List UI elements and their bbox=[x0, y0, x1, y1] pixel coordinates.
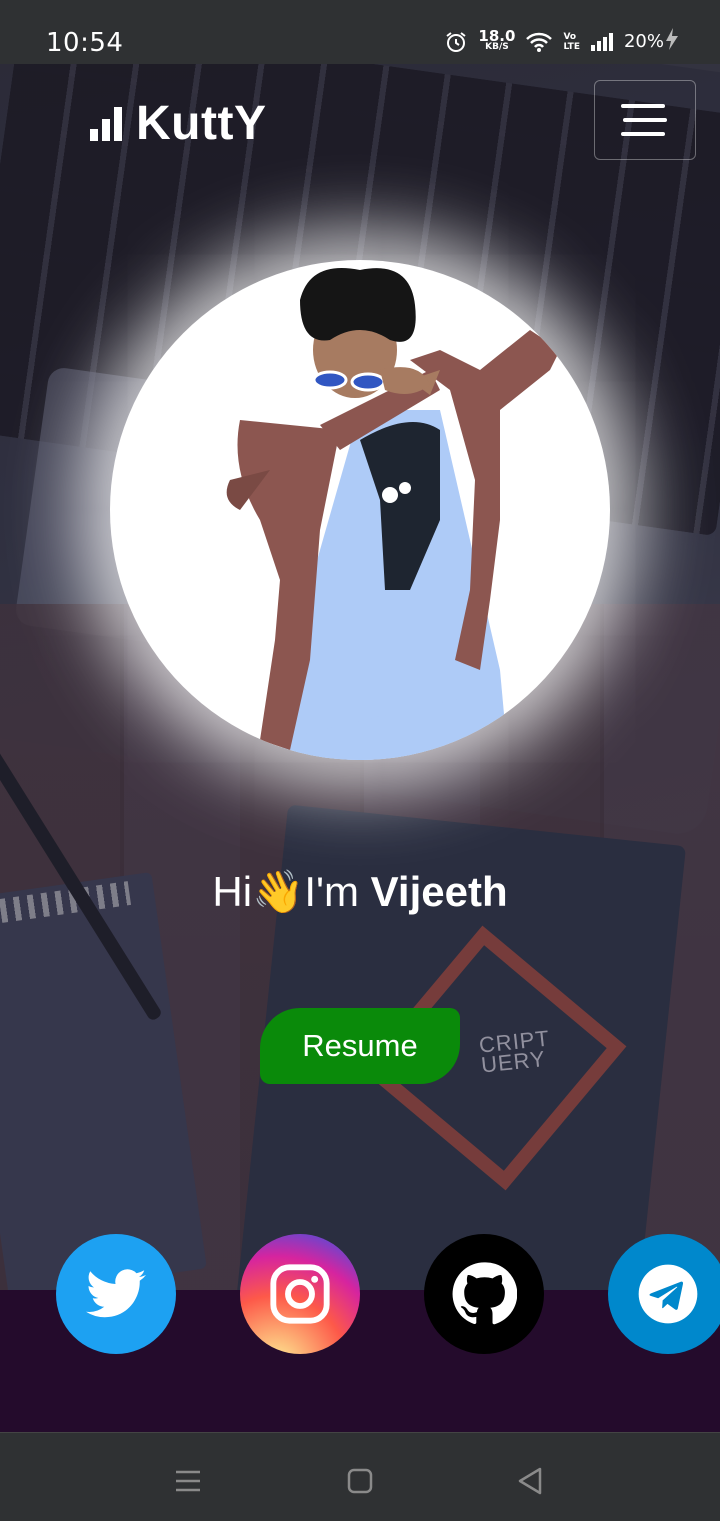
greeting-im: I'm bbox=[304, 868, 371, 915]
alarm-icon bbox=[444, 30, 468, 54]
back-icon bbox=[518, 1467, 542, 1495]
profile-avatar bbox=[110, 260, 610, 760]
wifi-icon bbox=[525, 31, 553, 53]
recent-apps-button[interactable] bbox=[168, 1463, 208, 1499]
network-speed-unit: KB/S bbox=[485, 41, 509, 52]
battery-percent: 20% bbox=[623, 31, 664, 52]
signal-bars-logo-icon bbox=[90, 106, 122, 141]
signal-icon bbox=[590, 32, 614, 52]
brand-name: KuttY bbox=[136, 97, 267, 150]
instagram-icon bbox=[270, 1264, 330, 1324]
instagram-button[interactable] bbox=[240, 1234, 360, 1354]
network-speed-value: 18.0 bbox=[478, 26, 516, 45]
github-button[interactable] bbox=[424, 1234, 544, 1354]
twitter-button[interactable] bbox=[56, 1234, 176, 1354]
battery-status: 20% bbox=[624, 28, 678, 55]
charging-bolt-icon bbox=[666, 28, 678, 55]
volte-indicator: Vo LTE bbox=[563, 32, 580, 52]
status-time: 10:54 bbox=[46, 28, 124, 58]
status-icons: 18.0 KB/S Vo LTE 20% bbox=[444, 28, 678, 55]
greeting-text: Hi👋I'm Vijeeth bbox=[0, 868, 720, 917]
status-bar: 10:54 18.0 KB/S Vo LTE 20% bbox=[0, 0, 720, 64]
back-button[interactable] bbox=[510, 1463, 550, 1499]
greeting-hi: Hi bbox=[212, 868, 253, 915]
recent-apps-icon bbox=[176, 1470, 200, 1492]
dabbing-person-illustration bbox=[226, 268, 560, 760]
twitter-icon bbox=[86, 1269, 146, 1318]
person-name: Vijeeth bbox=[370, 868, 508, 915]
github-icon bbox=[452, 1262, 517, 1325]
resume-button[interactable]: Resume bbox=[260, 1008, 460, 1084]
telegram-button[interactable] bbox=[608, 1234, 720, 1354]
home-icon bbox=[347, 1468, 373, 1494]
volte-top: Vo bbox=[563, 31, 577, 42]
brand-logo[interactable]: KuttY bbox=[90, 96, 266, 151]
hamburger-line bbox=[621, 132, 665, 136]
home-button[interactable] bbox=[340, 1463, 380, 1499]
hamburger-line bbox=[621, 104, 665, 108]
waving-hand-icon: 👋 bbox=[252, 868, 305, 915]
volte-bottom: LTE bbox=[563, 41, 580, 52]
network-speed: 18.0 KB/S bbox=[478, 26, 516, 53]
menu-button[interactable] bbox=[594, 80, 696, 160]
hamburger-line bbox=[623, 118, 667, 122]
system-navigation-bar bbox=[0, 1432, 720, 1521]
telegram-icon bbox=[638, 1264, 698, 1324]
